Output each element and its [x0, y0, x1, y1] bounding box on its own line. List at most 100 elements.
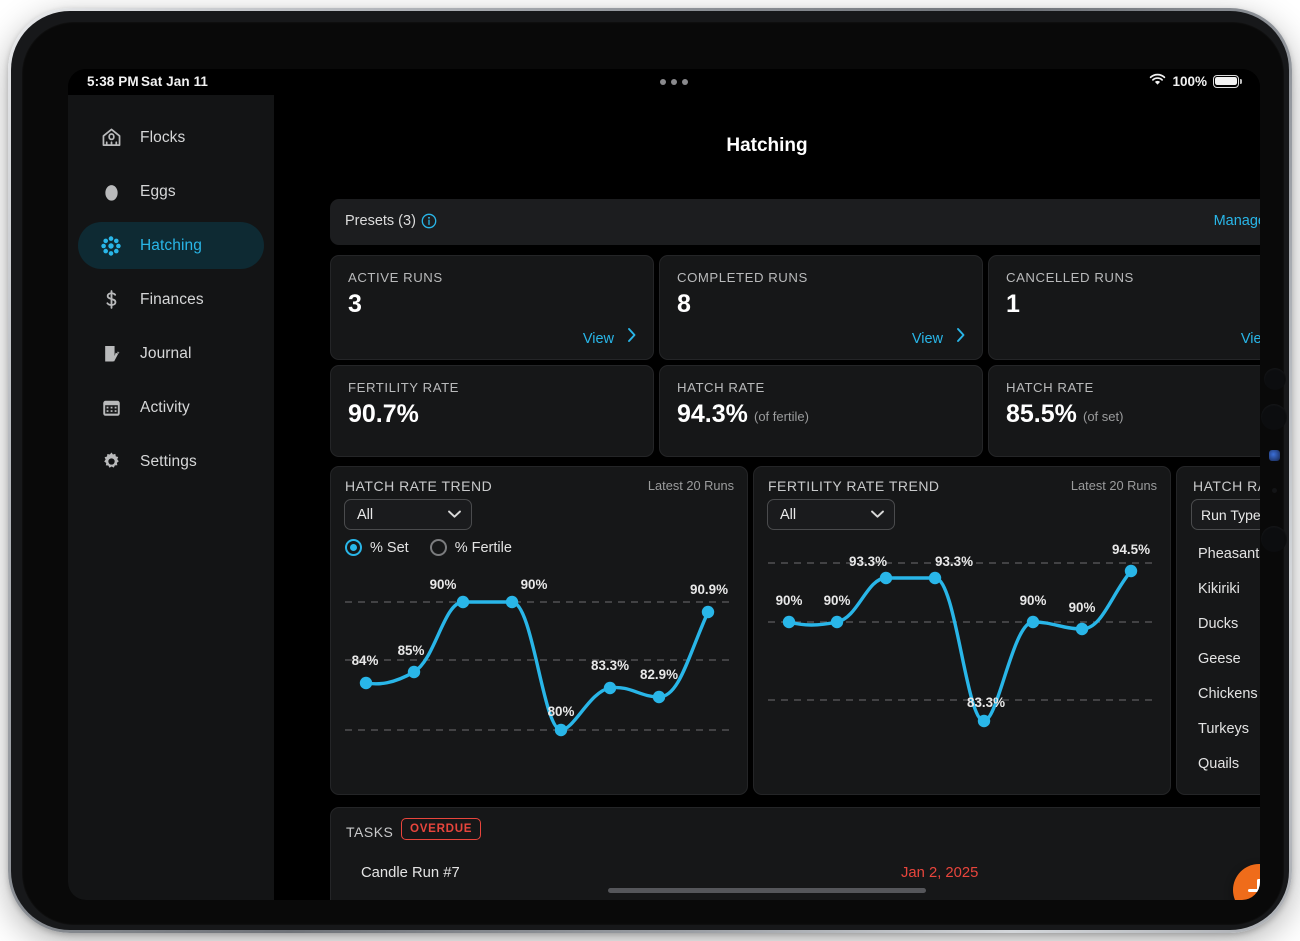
- chevron-down-icon[interactable]: [447, 507, 462, 523]
- journal-icon: [99, 342, 123, 366]
- chart-point-labels: 84% 85% 90% 90% 80% 83.3% 82.9% 90.9%: [352, 577, 728, 719]
- table-row[interactable]: Candle Run #8 Jan 11, 2025: [331, 898, 1260, 900]
- card-value: 1: [1006, 290, 1020, 318]
- dollar-icon: [99, 288, 123, 312]
- card-title: FERTILITY RATE: [348, 380, 460, 395]
- wifi-icon: [1149, 73, 1166, 89]
- card-title: CANCELLED RUNS: [1006, 270, 1134, 285]
- hatch-rate-list-item[interactable]: Turkeys: [1198, 721, 1249, 737]
- sidebar-item-label: Eggs: [140, 182, 176, 200]
- task-date: Jan 2, 2025: [901, 865, 979, 881]
- status-bar-right-cluster: 100%: [1149, 73, 1242, 89]
- sidebar-item-flocks[interactable]: Flocks: [78, 114, 264, 161]
- svg-text:90%: 90%: [824, 593, 851, 608]
- hardware-button-volume-up[interactable]: [1261, 404, 1287, 430]
- stat-card-cancelled-runs[interactable]: CANCELLED RUNS 1 View: [988, 255, 1260, 360]
- sidebar-item-label: Hatching: [140, 236, 202, 254]
- sidebar-nav: Flocks Eggs Hatching Finances Journal Ac…: [78, 114, 264, 492]
- microphone-hole: [1272, 488, 1277, 493]
- view-button[interactable]: View: [912, 331, 943, 347]
- sidebar-item-label: Settings: [140, 452, 197, 470]
- multitask-dots-icon[interactable]: [660, 79, 688, 85]
- radio-selected-icon[interactable]: [345, 539, 362, 556]
- device-frame-inner: 5:38 PM Sat Jan 11 100% Flocks Eggs Hatc…: [11, 11, 1289, 930]
- sidebar-item-label: Finances: [140, 290, 204, 308]
- tablet-device-frame: 5:38 PM Sat Jan 11 100% Flocks Eggs Hatc…: [8, 8, 1292, 933]
- info-icon[interactable]: [421, 213, 437, 229]
- svg-text:84%: 84%: [352, 653, 379, 668]
- sidebar-item-activity[interactable]: Activity: [78, 384, 264, 431]
- home-indicator[interactable]: [608, 888, 926, 893]
- hatch-rate-list-item[interactable]: Ducks: [1198, 616, 1238, 632]
- svg-text:93.3%: 93.3%: [849, 554, 887, 569]
- panel-title: FERTILITY RATE TREND: [768, 478, 940, 494]
- manage-button[interactable]: Manage: [1214, 213, 1260, 229]
- status-bar-date: Sat Jan 11: [141, 74, 209, 89]
- svg-text:90%: 90%: [521, 577, 548, 592]
- tablet-screen: 5:38 PM Sat Jan 11 100% Flocks Eggs Hatc…: [68, 69, 1260, 900]
- presets-bar[interactable]: Presets (3) Manage: [330, 199, 1260, 245]
- sidebar-item-journal[interactable]: Journal: [78, 330, 264, 377]
- stat-card-active-runs[interactable]: ACTIVE RUNS 3 View: [330, 255, 654, 360]
- hatching-icon: [99, 234, 123, 258]
- chevron-right-icon[interactable]: [956, 327, 966, 348]
- hardware-button-top[interactable]: [1264, 368, 1286, 390]
- battery-icon: [1213, 74, 1242, 88]
- status-led: [1269, 450, 1280, 461]
- select-value: Run Type: [1201, 506, 1260, 523]
- calendar-icon: [99, 396, 123, 420]
- panel-title: HATCH RATES: [1193, 478, 1260, 494]
- svg-text:90%: 90%: [430, 577, 457, 592]
- chevron-right-icon[interactable]: [627, 327, 637, 348]
- card-value: 8: [677, 290, 691, 318]
- sidebar: Flocks Eggs Hatching Finances Journal Ac…: [68, 95, 274, 900]
- svg-text:80%: 80%: [548, 704, 575, 719]
- hardware-button-volume-down[interactable]: [1261, 526, 1287, 552]
- svg-text:93.3%: 93.3%: [935, 554, 973, 569]
- select-value: All: [780, 506, 797, 523]
- card-value: 90.7%: [348, 400, 419, 428]
- svg-text:90%: 90%: [1020, 593, 1047, 608]
- sidebar-item-finances[interactable]: Finances: [78, 276, 264, 323]
- hatch-trend-filter-select[interactable]: All: [344, 499, 472, 530]
- stat-card-hatch-rate-fertile[interactable]: HATCH RATE 94.3% (of fertile): [659, 365, 983, 457]
- sidebar-item-eggs[interactable]: Eggs: [78, 168, 264, 215]
- hatch-rate-list-item[interactable]: Chickens: [1198, 686, 1258, 702]
- sidebar-item-hatching[interactable]: Hatching: [78, 222, 264, 269]
- sidebar-item-settings[interactable]: Settings: [78, 438, 264, 485]
- radio-label: % Fertile: [454, 539, 512, 556]
- radio-percent-set[interactable]: % Set: [345, 539, 409, 556]
- fertility-trend-filter-select[interactable]: All: [767, 499, 895, 530]
- radio-percent-fertile[interactable]: % Fertile: [429, 539, 512, 556]
- chevron-down-icon[interactable]: [870, 507, 885, 523]
- view-button[interactable]: View: [1241, 331, 1260, 347]
- stat-card-hatch-rate-set[interactable]: HATCH RATE 85.5% (of set): [988, 365, 1260, 457]
- select-value: All: [357, 506, 374, 523]
- view-button[interactable]: View: [583, 331, 614, 347]
- gear-icon: [99, 450, 123, 474]
- stat-card-completed-runs[interactable]: COMPLETED RUNS 8 View: [659, 255, 983, 360]
- hatch-rates-runtype-select[interactable]: Run Type: [1191, 499, 1260, 530]
- screenshot-root: 5:38 PM Sat Jan 11 100% Flocks Eggs Hatc…: [0, 0, 1300, 941]
- card-title: COMPLETED RUNS: [677, 270, 808, 285]
- status-bar-time: 5:38 PM: [87, 74, 139, 89]
- card-title: ACTIVE RUNS: [348, 270, 443, 285]
- main-content: Hatching Presets (3) Manag ACTIVE RUNS 3…: [274, 95, 1260, 900]
- hatch-rate-list-item[interactable]: Quails: [1198, 756, 1239, 772]
- tasks-panel: TASKS OVERDUE Candle Run #7 Jan 2, 2025 …: [330, 807, 1260, 900]
- hatch-rates-panel: HATCH RATES Run Type Pheasants Kikiriki …: [1176, 466, 1260, 795]
- page-title: Hatching: [726, 135, 808, 156]
- hatch-rate-list-item[interactable]: Pheasants: [1198, 546, 1260, 562]
- radio-unselected-icon[interactable]: [429, 539, 447, 556]
- hatch-rate-trend-chart: 84% 85% 90% 90% 80% 83.3% 82.9% 90.9%: [345, 577, 735, 737]
- sidebar-item-label: Journal: [140, 344, 192, 362]
- hatch-rate-list-item[interactable]: Geese: [1198, 651, 1241, 667]
- panel-meta: Latest 20 Runs: [1070, 478, 1157, 493]
- chart-gridlines: [345, 601, 735, 731]
- task-name: Candle Run #7: [361, 865, 460, 881]
- hatch-rate-list-item[interactable]: Kikiriki: [1198, 581, 1240, 597]
- fertility-rate-trend-chart: 90% 90% 93.3% 93.3% 83.3% 90% 90% 94.5%: [768, 543, 1158, 728]
- panel-title: HATCH RATE TREND: [345, 478, 493, 494]
- stat-card-fertility-rate[interactable]: FERTILITY RATE 90.7%: [330, 365, 654, 457]
- card-title: HATCH RATE: [677, 380, 765, 395]
